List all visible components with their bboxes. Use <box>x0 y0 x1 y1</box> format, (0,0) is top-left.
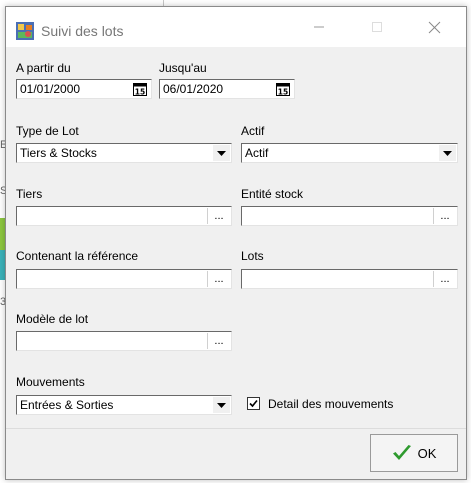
svg-text:15: 15 <box>135 88 145 97</box>
actif-label: Actif <box>241 124 265 138</box>
lot-model-browse-button[interactable]: ... <box>207 333 230 349</box>
lot-type-select[interactable]: Tiers & Stocks <box>16 143 232 163</box>
dropdown-arrow-button[interactable] <box>213 397 230 413</box>
app-icon <box>16 22 34 40</box>
movements-label: Mouvements <box>16 375 85 389</box>
date-from-value: 01/01/2000 <box>20 82 81 96</box>
actif-select[interactable]: Actif <box>241 143 458 163</box>
reference-label: Contenant la référence <box>16 249 139 263</box>
close-icon <box>428 21 440 33</box>
calendar-icon[interactable]: 15 <box>276 83 290 96</box>
title-bar[interactable]: Suivi des lots <box>6 7 466 47</box>
lots-field[interactable]: ... <box>241 269 458 289</box>
window-title: Suivi des lots <box>41 23 124 39</box>
movements-select[interactable]: Entrées & Sorties <box>16 395 232 415</box>
checkmark-icon <box>249 399 258 408</box>
lot-tracking-dialog: Suivi des lots A partir du 01/01/2000 15… <box>5 6 467 480</box>
date-from-label: A partir du <box>16 61 71 75</box>
maximize-button[interactable] <box>354 7 400 47</box>
chevron-down-icon <box>443 150 452 156</box>
minimize-icon <box>314 26 324 28</box>
minimize-button[interactable] <box>296 7 342 47</box>
maximize-icon <box>372 22 382 32</box>
movement-detail-checkbox[interactable] <box>247 397 260 410</box>
date-to-field[interactable]: 06/01/2020 15 <box>159 79 295 99</box>
date-from-field[interactable]: 01/01/2000 15 <box>16 79 152 99</box>
ok-button-label: OK <box>417 445 437 461</box>
svg-text:15: 15 <box>278 88 288 97</box>
chevron-down-icon <box>217 150 226 156</box>
lot-type-label: Type de Lot <box>16 124 79 138</box>
dropdown-arrow-button[interactable] <box>439 145 456 161</box>
tiers-label: Tiers <box>16 187 43 201</box>
dropdown-arrow-button[interactable] <box>213 145 230 161</box>
tiers-field[interactable]: ... <box>16 206 232 226</box>
lots-browse-button[interactable]: ... <box>433 271 456 287</box>
stock-entity-field[interactable]: ... <box>241 206 458 226</box>
date-to-label: Jusqu'au <box>159 61 207 75</box>
movement-detail-label: Detail des mouvements <box>268 397 394 411</box>
reference-field[interactable]: ... <box>16 269 232 289</box>
calendar-icon[interactable]: 15 <box>133 83 147 96</box>
tiers-browse-button[interactable]: ... <box>207 208 230 224</box>
lot-model-label: Modèle de lot <box>16 312 89 326</box>
movements-value: Entrées & Sorties <box>20 398 114 412</box>
stock-entity-browse-button[interactable]: ... <box>433 208 456 224</box>
date-to-value: 06/01/2020 <box>163 82 224 96</box>
lot-model-field[interactable]: ... <box>16 331 232 351</box>
stock-entity-label: Entité stock <box>241 187 304 201</box>
close-button[interactable] <box>411 7 457 47</box>
footer-divider <box>6 428 466 429</box>
lot-type-value: Tiers & Stocks <box>20 146 97 160</box>
chevron-down-icon <box>217 402 226 408</box>
actif-value: Actif <box>245 146 269 160</box>
lots-label: Lots <box>241 249 264 263</box>
ok-button[interactable]: OK <box>370 434 458 472</box>
checkmark-icon <box>392 445 411 460</box>
reference-browse-button[interactable]: ... <box>207 271 230 287</box>
